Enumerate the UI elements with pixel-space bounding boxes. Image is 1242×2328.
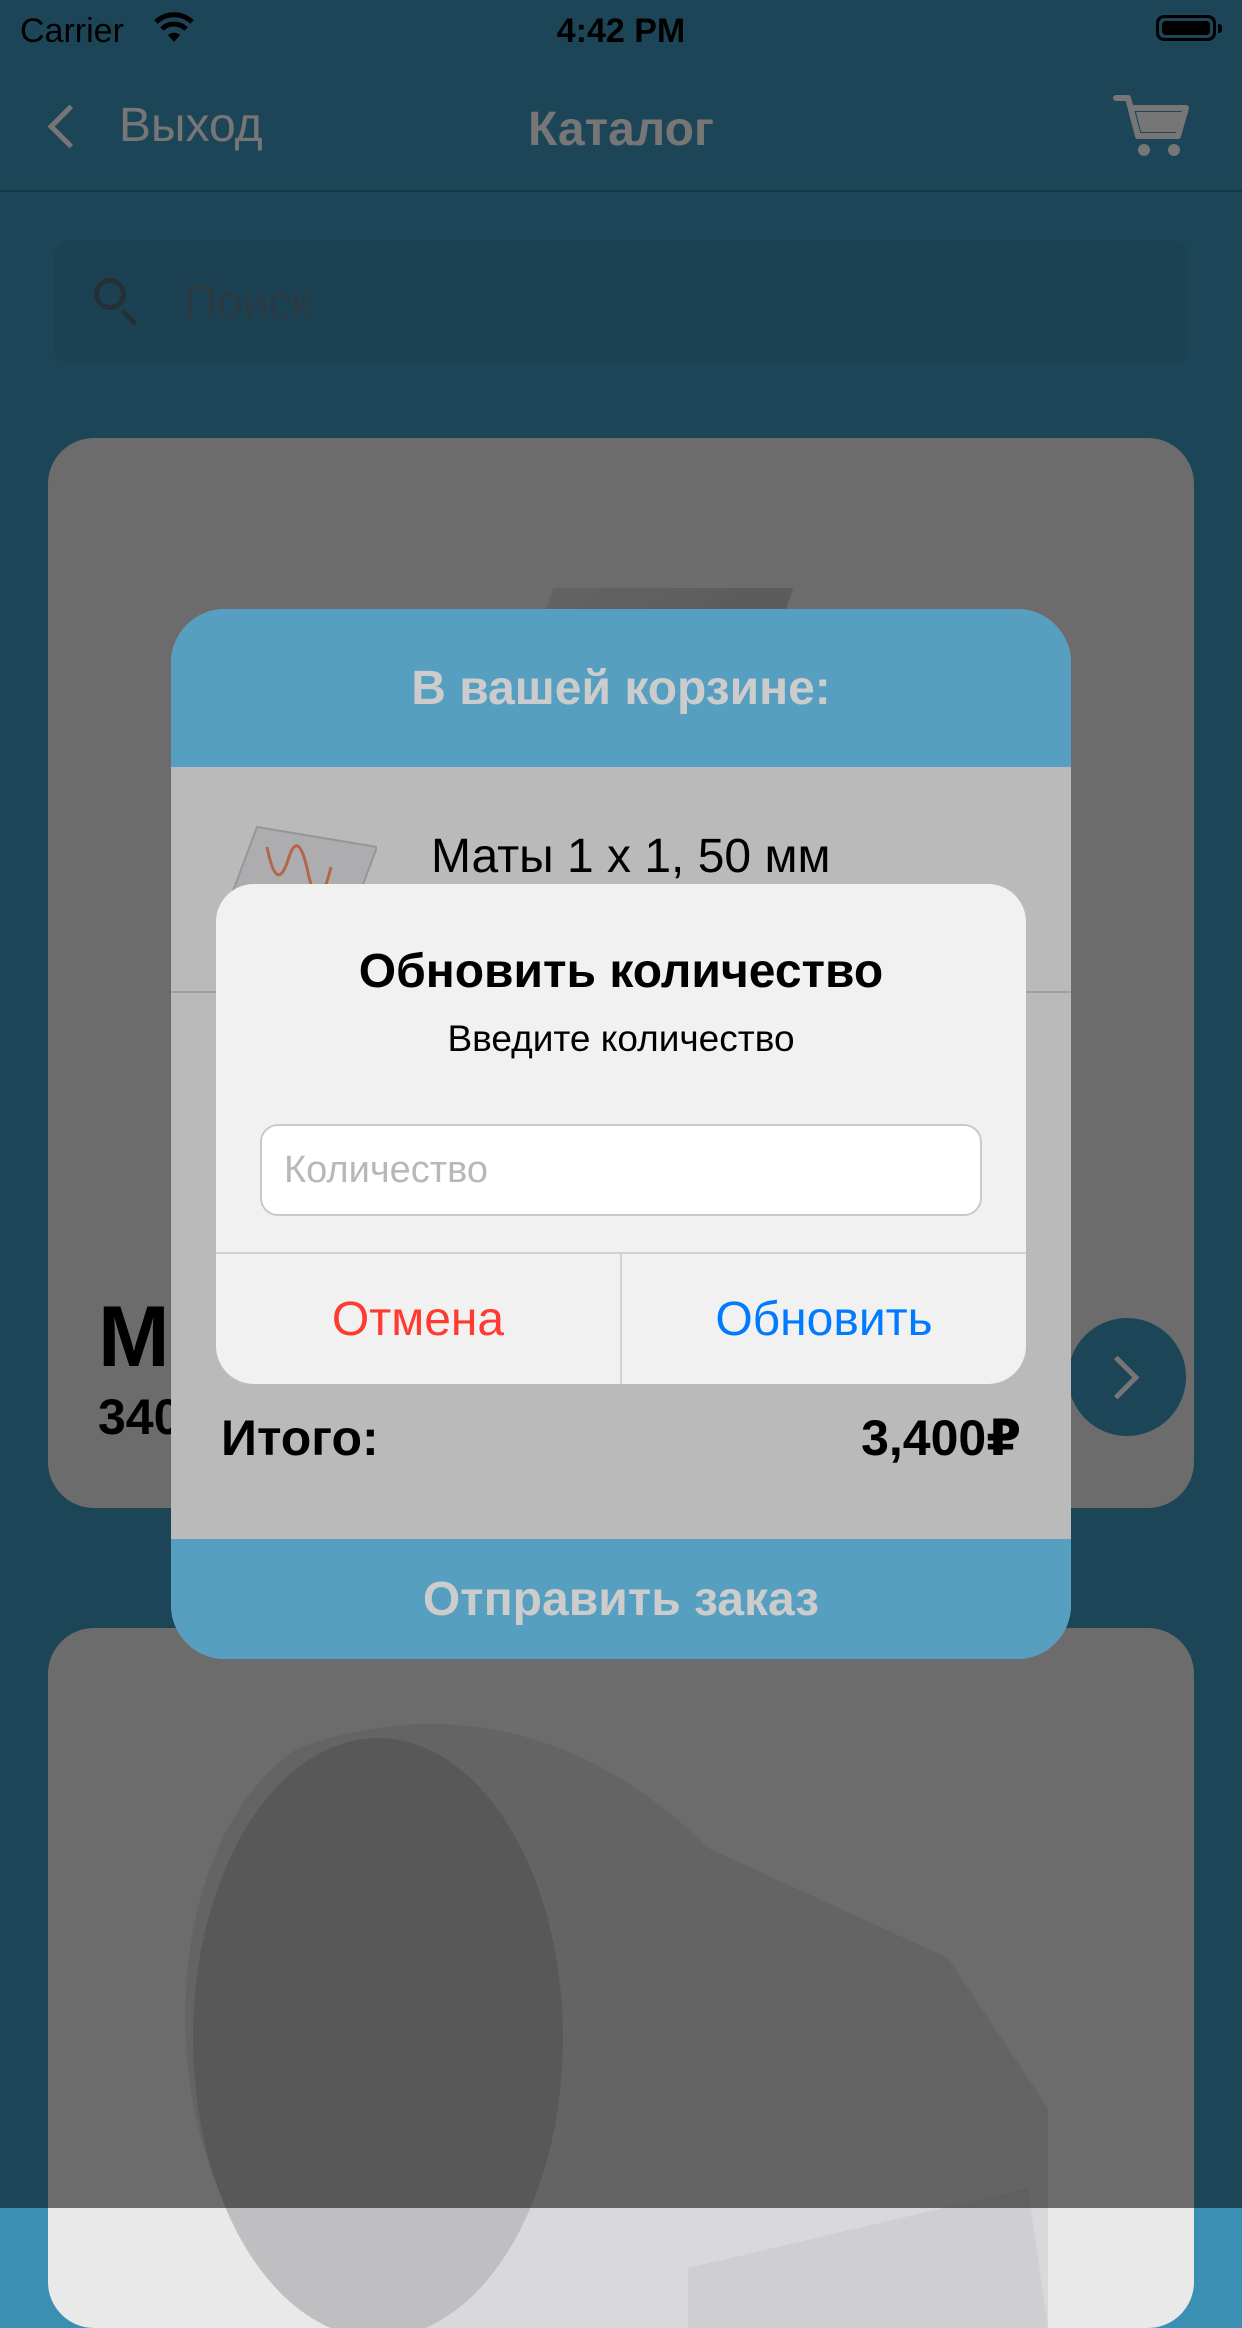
update-quantity-alert: Обновить количество Введите количество О…: [216, 884, 1026, 1384]
cancel-button[interactable]: Отмена: [216, 1254, 620, 1384]
alert-message: Введите количество: [447, 1018, 795, 1059]
update-button[interactable]: Обновить: [622, 1254, 1026, 1384]
alert-title: Обновить количество: [358, 945, 884, 998]
quantity-input[interactable]: [260, 1124, 982, 1216]
